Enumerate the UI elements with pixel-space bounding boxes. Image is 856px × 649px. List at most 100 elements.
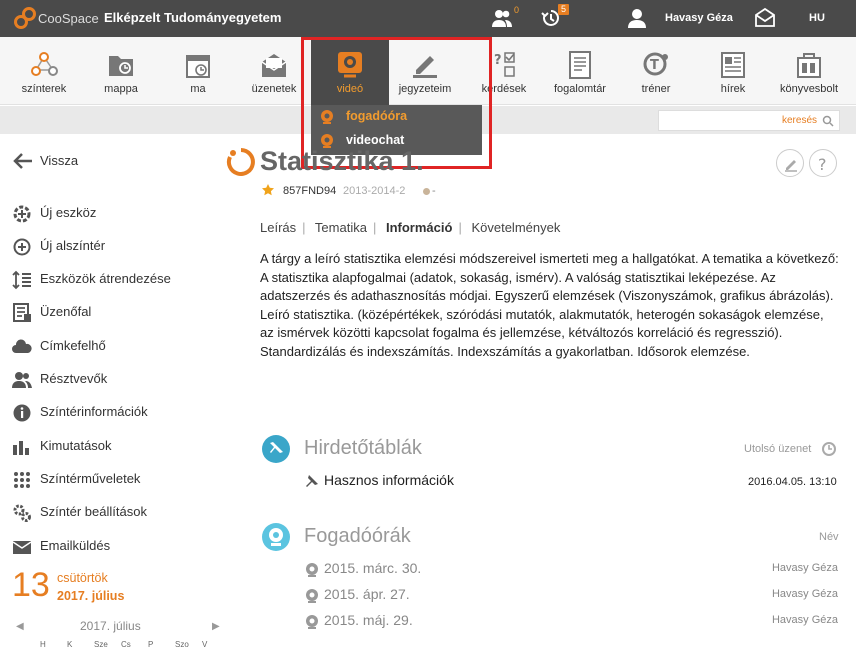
table-row[interactable]: 2015. márc. 30. Havasy Géza bbox=[304, 560, 840, 580]
toolbar-item-video[interactable]: videó bbox=[311, 37, 389, 105]
sidebar-item-label: Kimutatások bbox=[40, 438, 112, 453]
tab-topics[interactable]: Tematika bbox=[315, 220, 367, 235]
toolbar-label: kérdések bbox=[481, 83, 527, 95]
noticeboards-title[interactable]: Hirdetőtáblák bbox=[304, 437, 422, 460]
tab-information[interactable]: Információ bbox=[386, 220, 452, 235]
toolbar-item-kerdesek[interactable]: ? kérdések bbox=[466, 37, 542, 105]
history-badge: 5 bbox=[558, 4, 570, 15]
edit-button[interactable] bbox=[776, 149, 804, 177]
calendar-next-icon[interactable]: ▶ bbox=[212, 621, 220, 632]
back-arrow-icon[interactable] bbox=[12, 152, 34, 170]
search-icon[interactable] bbox=[822, 115, 834, 127]
toolbar-label: tréner bbox=[641, 83, 671, 95]
sidebar-item-tagcloud[interactable]: Címkefelhő bbox=[12, 335, 222, 357]
pin-icon bbox=[304, 473, 320, 489]
language-switch[interactable]: HU bbox=[809, 12, 825, 24]
sidebar-item-label: Üzenőfal bbox=[40, 304, 92, 319]
today-day: 13 bbox=[12, 566, 50, 604]
plus-circle-icon bbox=[12, 237, 32, 257]
sidebar-item-spaceinfo[interactable]: Színtérinformációk bbox=[12, 401, 222, 423]
sidebar-item-label: Új alszíntér bbox=[40, 238, 106, 253]
network-icon bbox=[29, 50, 59, 80]
office-hours-title[interactable]: Fogadóórák bbox=[304, 525, 411, 548]
tab-description[interactable]: Leírás bbox=[260, 220, 296, 235]
toolbar-label: könyvesbolt bbox=[779, 83, 839, 95]
page-title: Statisztika 1. bbox=[260, 146, 424, 176]
glossary-icon bbox=[565, 50, 595, 80]
status-dot-icon bbox=[423, 188, 430, 195]
tab-separator: | bbox=[458, 220, 462, 235]
toolbar-item-ma[interactable]: ma bbox=[160, 37, 236, 105]
help-button[interactable]: ? bbox=[809, 149, 837, 177]
svg-text:?: ? bbox=[494, 53, 502, 68]
pencil-icon bbox=[410, 50, 440, 80]
bar-chart-icon bbox=[12, 437, 32, 457]
envelope-icon bbox=[12, 537, 32, 557]
weekday: P bbox=[148, 640, 154, 649]
table-row[interactable]: 2015. máj. 29. Havasy Géza bbox=[304, 612, 840, 632]
office-hour-name: Havasy Géza bbox=[771, 562, 838, 574]
weekday: Szo bbox=[175, 640, 189, 649]
toolbar-label: mappa bbox=[104, 83, 138, 95]
sidebar-item-email[interactable]: Emailküldés bbox=[12, 535, 222, 557]
logo-text[interactable]: CooSpace bbox=[38, 11, 99, 26]
tab-requirements[interactable]: Követelmények bbox=[471, 220, 560, 235]
toolbar-item-fogalomtar[interactable]: fogalomtár bbox=[542, 37, 618, 105]
tab-separator: | bbox=[372, 220, 377, 235]
sidebar-item-operations[interactable]: Színtérműveletek bbox=[12, 468, 222, 490]
menu-item-label: videochat bbox=[346, 133, 405, 147]
sidebar-item-reorder[interactable]: Eszközök átrendezése bbox=[12, 268, 222, 290]
sidebar-item-label: Résztvevők bbox=[40, 371, 108, 386]
search-placeholder: keresés bbox=[781, 115, 817, 126]
calendar-prev-icon[interactable]: ◀ bbox=[16, 621, 24, 632]
noticeboard-item-link[interactable]: Hasznos információk bbox=[324, 472, 454, 488]
table-row[interactable]: 2015. ápr. 27. Havasy Géza bbox=[304, 586, 840, 606]
question-icon: ? bbox=[818, 155, 827, 174]
menu-item-fogadoora[interactable]: fogadóóra bbox=[319, 106, 479, 128]
bookshop-icon bbox=[794, 50, 824, 80]
sidebar-item-new-subspace[interactable]: Új alszíntér bbox=[12, 235, 222, 257]
org-title[interactable]: Elképzelt Tudományegyetem bbox=[104, 10, 281, 25]
toolbar-item-uzenetek[interactable]: üzenetek bbox=[236, 37, 312, 105]
message-board-icon bbox=[12, 303, 32, 323]
main-toolbar: színterek mappa ma üzenetek videó jegyze… bbox=[0, 37, 856, 105]
svg-text:T: T bbox=[650, 58, 659, 73]
office-hour-date: 2015. ápr. 27. bbox=[324, 586, 410, 602]
mail-open-icon[interactable] bbox=[754, 7, 776, 27]
user-avatar-icon[interactable] bbox=[628, 8, 646, 28]
sidebar-item-reports[interactable]: Kimutatások bbox=[12, 435, 222, 457]
toolbar-item-hirek[interactable]: hírek bbox=[695, 37, 771, 105]
webcam-icon bbox=[319, 109, 335, 125]
toolbar-item-konyvesbolt[interactable]: könyvesbolt bbox=[771, 37, 847, 105]
office-hour-name: Havasy Géza bbox=[771, 614, 838, 626]
weekday: H bbox=[40, 640, 46, 649]
svg-text:?: ? bbox=[818, 155, 827, 174]
weekday: Cs bbox=[121, 640, 131, 649]
sidebar-item-messageboard[interactable]: Üzenőfal bbox=[12, 301, 222, 323]
back-link[interactable]: Vissza bbox=[40, 153, 78, 168]
course-tabs: Leírás | Tematika | Információ | Követelmén… bbox=[260, 220, 566, 235]
office-hour-date: 2015. máj. 29. bbox=[324, 612, 413, 628]
coospace-logo-icon[interactable] bbox=[14, 6, 36, 30]
webcam-icon bbox=[335, 50, 365, 80]
search-input[interactable]: keresés bbox=[658, 110, 840, 131]
office-hour-date: 2015. márc. 30. bbox=[324, 560, 422, 576]
sidebar-item-new-tool[interactable]: Új eszköz bbox=[12, 202, 222, 224]
today-weekday: csütörtök bbox=[57, 571, 108, 585]
calendar-weekday-header: H K Sze Cs P Szo V bbox=[40, 640, 229, 649]
sidebar-item-settings[interactable]: Színtér beállítások bbox=[12, 501, 222, 523]
course-semester: 2013-2014-2 bbox=[343, 185, 406, 197]
toolbar-item-mappa[interactable]: mappa bbox=[83, 37, 159, 105]
pencil-icon bbox=[785, 160, 797, 172]
user-name[interactable]: Havasy Géza bbox=[665, 12, 733, 24]
favorite-star-icon[interactable] bbox=[261, 183, 275, 197]
sidebar-item-label: Címkefelhő bbox=[40, 338, 106, 353]
course-description: A tárgy a leíró statisztika elemzési mód… bbox=[260, 251, 839, 359]
toolbar-item-trener[interactable]: T tréner bbox=[618, 37, 694, 105]
people-icon[interactable] bbox=[491, 8, 513, 28]
sidebar-item-participants[interactable]: Résztvevők bbox=[12, 368, 222, 390]
toolbar-item-szinterek[interactable]: színterek bbox=[6, 37, 82, 105]
toolbar-item-jegyzeteim[interactable]: jegyzeteim bbox=[387, 37, 463, 105]
folder-icon bbox=[106, 50, 136, 80]
sidebar-item-label: Színtér beállítások bbox=[40, 504, 147, 519]
